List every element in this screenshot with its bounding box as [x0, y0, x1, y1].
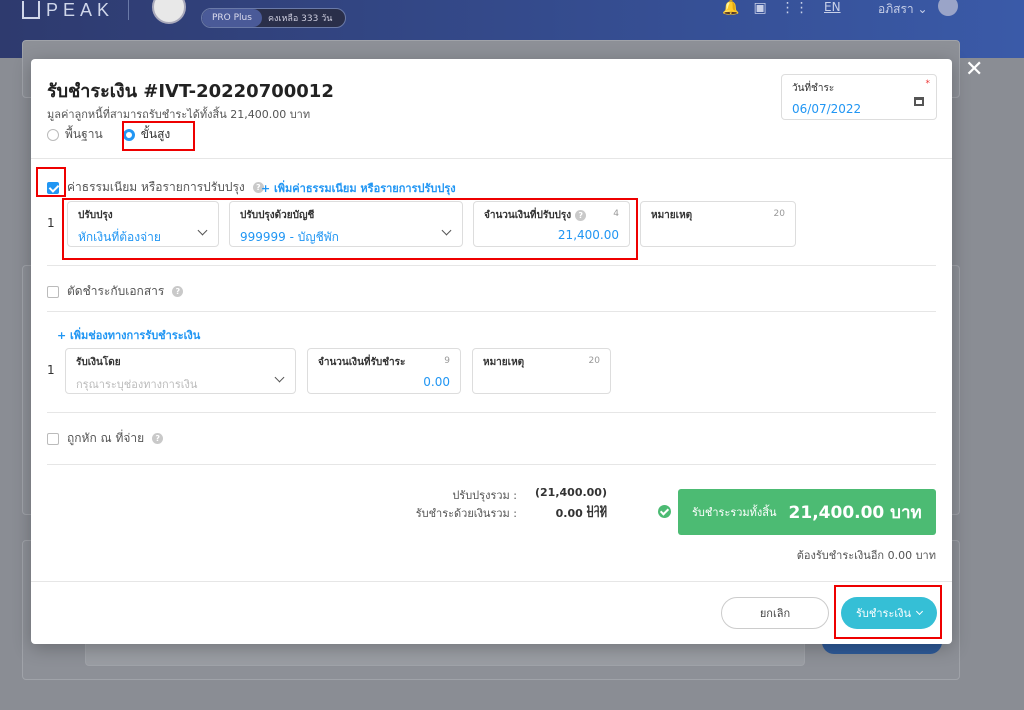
payment-amount-input[interactable]: จำนวนเงินที่รับชำระ 9 0.00 — [307, 348, 461, 394]
date-label: วันที่ชำระ — [792, 83, 835, 94]
highlight-pay-button — [834, 585, 942, 639]
highlight-fee-fields — [62, 198, 638, 260]
cash-total-label: รับชำระด้วยเงินรวม : — [415, 507, 517, 520]
highlight-advanced — [122, 121, 195, 151]
peak-logo[interactable]: PEAK — [22, 0, 114, 20]
help-icon[interactable]: ? — [172, 286, 184, 297]
fees-row: ค่าธรรมเนียม หรือรายการปรับปรุง ? — [47, 178, 264, 197]
divider — [47, 311, 936, 312]
user-avatar[interactable] — [938, 0, 958, 16]
char-count: 20 — [588, 356, 600, 366]
logo-mark-icon — [22, 1, 40, 19]
offset-label: ตัดชำระกับเอกสาร — [67, 284, 165, 298]
highlight-fees-checkbox — [36, 167, 66, 197]
bell-icon[interactable]: 🔔 — [722, 0, 739, 16]
add-payment-method-link[interactable]: + เพิ่มช่องทางการรับชำระเงิน — [57, 326, 200, 344]
char-count: 9 — [444, 356, 450, 366]
offset-checkbox[interactable] — [47, 285, 59, 298]
payment-date-field[interactable]: วันที่ชำระ 06/07/2022 * — [781, 74, 937, 120]
payment-method-label: รับเงินโดย — [76, 357, 121, 368]
user-name: อภิสรา — [878, 2, 914, 16]
payment-row-number: 1 — [47, 363, 55, 377]
offset-row: ตัดชำระกับเอกสาร ? — [47, 282, 184, 301]
divider — [47, 265, 936, 266]
payment-method-placeholder: กรุณาระบุช่องทางการเงิน — [76, 378, 198, 391]
required-mark: * — [925, 79, 931, 89]
divider — [47, 464, 936, 465]
logo-divider — [128, 0, 129, 20]
mode-basic-radio[interactable]: พื้นฐาน — [47, 125, 103, 144]
grand-total-box: รับชำระรวมทั้งสิ้น 21,400.00 บาท — [678, 489, 936, 535]
help-icon[interactable]: ? — [152, 433, 164, 444]
radio-off-icon — [47, 128, 59, 141]
remaining-amount: ต้องรับชำระเงินอีก 0.00 บาท — [796, 549, 936, 562]
company-avatar[interactable] — [152, 0, 186, 24]
payment-amount-label: จำนวนเงินที่รับชำระ — [318, 357, 406, 368]
fee-row-number: 1 — [47, 216, 55, 230]
char-count: 20 — [773, 209, 785, 219]
fee-note-input[interactable]: หมายเหตุ 20 — [640, 201, 796, 247]
fees-label: ค่าธรรมเนียม หรือรายการปรับปรุง — [67, 180, 245, 194]
grand-total-label: รับชำระรวมทั้งสิ้น — [692, 506, 777, 519]
payment-amount-value: 0.00 — [423, 375, 450, 389]
plan-badge: PRO Plus คงเหลือ 333 วัน — [201, 8, 346, 28]
withholding-label: ถูกหัก ณ ที่จ่าย — [67, 431, 145, 445]
divider — [47, 412, 936, 413]
modal-title: รับชำระเงิน #IVT-20220700012 — [47, 81, 334, 102]
payment-modal: รับชำระเงิน #IVT-20220700012 มูลค่าลูกหน… — [31, 59, 952, 644]
logo-text: PEAK — [46, 0, 115, 20]
divider — [31, 581, 952, 582]
withholding-checkbox[interactable] — [47, 432, 59, 445]
calendar-icon[interactable] — [914, 97, 924, 106]
grand-total-value: 21,400.00 บาท — [788, 502, 922, 523]
plan-name: PRO Plus — [202, 9, 262, 27]
fee-note-label: หมายเหตุ — [651, 210, 693, 221]
language-switch[interactable]: EN — [824, 0, 841, 14]
adjust-total-label: ปรับปรุงรวม : — [452, 489, 517, 502]
divider — [31, 158, 952, 159]
close-modal-icon[interactable]: ✕ — [965, 57, 983, 82]
apps-grid-icon[interactable]: ⋮⋮ — [781, 0, 809, 16]
document-icon[interactable]: ▣ — [753, 0, 766, 16]
add-fee-link[interactable]: + เพิ่มค่าธรรมเนียม หรือรายการปรับปรุง — [261, 179, 456, 197]
top-icons: 🔔 ▣ ⋮⋮ — [722, 0, 809, 16]
check-circle-icon — [658, 505, 671, 518]
cancel-button[interactable]: ยกเลิก — [721, 597, 829, 629]
cash-total-value: 0.00 บาท — [555, 507, 607, 520]
date-value: 06/07/2022 — [792, 102, 862, 116]
withholding-row: ถูกหัก ณ ที่จ่าย ? — [47, 429, 164, 448]
chevron-down-icon: ⌄ — [917, 2, 928, 16]
payment-method-select[interactable]: รับเงินโดย กรุณาระบุช่องทางการเงิน — [65, 348, 296, 394]
payment-note-label: หมายเหตุ — [483, 357, 525, 368]
plan-remaining: คงเหลือ 333 วัน — [267, 14, 333, 24]
user-menu[interactable]: อภิสรา ⌄ — [878, 0, 928, 19]
payment-note-input[interactable]: หมายเหตุ 20 — [472, 348, 611, 394]
mode-basic-label: พื้นฐาน — [65, 127, 103, 141]
